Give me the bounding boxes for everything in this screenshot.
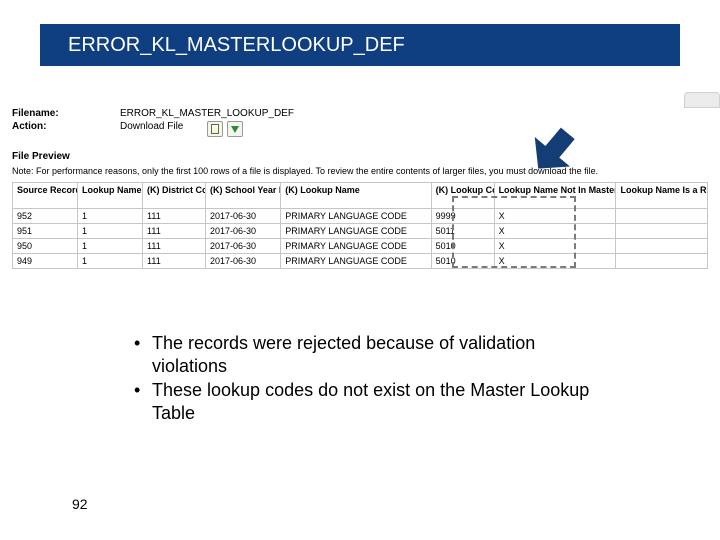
slide-title-bar: ERROR_KL_MASTERLOOKUP_DEF: [40, 24, 680, 66]
table-cell: 5011: [431, 224, 494, 239]
table-row: 95111112017-06-30PRIMARY LANGUAGE CODE50…: [13, 224, 708, 239]
bullet-dot-icon: •: [134, 332, 152, 377]
table-cell: 111: [143, 239, 206, 254]
table-cell: 949: [13, 254, 78, 269]
explanation-bullets: •The records were rejected because of va…: [134, 330, 600, 426]
table-cell: X: [494, 209, 616, 224]
download-icon[interactable]: [227, 121, 243, 137]
bullet-dot-icon: •: [134, 379, 152, 424]
table-cell: PRIMARY LANGUAGE CODE: [281, 239, 431, 254]
col-header: Lookup Name Not In Master Lookup Def Tab…: [494, 183, 616, 209]
filename-label: Filename:: [12, 108, 120, 119]
table-cell: [616, 254, 708, 269]
page-title: ERROR_KL_MASTERLOOKUP_DEF: [68, 34, 405, 57]
bullet-item: •These lookup codes do not exist on the …: [134, 379, 600, 424]
table-cell: 950: [13, 239, 78, 254]
bullet-item: •The records were rejected because of va…: [134, 332, 600, 377]
table-cell: PRIMARY LANGUAGE CODE: [281, 224, 431, 239]
table-cell: [616, 239, 708, 254]
preview-table: Source Record NumberLookup Name Error Co…: [12, 182, 708, 269]
table-cell: [616, 209, 708, 224]
table-cell: 111: [143, 224, 206, 239]
file-preview-heading: File Preview: [12, 151, 708, 162]
slide-number: 92: [72, 496, 88, 512]
file-preview-note: Note: For performance reasons, only the …: [12, 166, 708, 176]
open-file-icon[interactable]: [207, 121, 223, 137]
table-cell: 5010: [431, 239, 494, 254]
filename-row: Filename: ERROR_KL_MASTER_LOOKUP_DEF: [12, 108, 708, 119]
table-cell: 951: [13, 224, 78, 239]
bullet-text: The records were rejected because of val…: [152, 332, 600, 377]
col-header: (K) District Code: [143, 183, 206, 209]
table-cell: 9999: [431, 209, 494, 224]
table-cell: 2017-06-30: [206, 254, 281, 269]
col-header: (K) Lookup Name: [281, 183, 431, 209]
action-row: Action: Download File: [12, 121, 708, 137]
table-cell: 2017-06-30: [206, 209, 281, 224]
table-row: 94911112017-06-30PRIMARY LANGUAGE CODE50…: [13, 254, 708, 269]
file-preview-panel: Filename: ERROR_KL_MASTER_LOOKUP_DEF Act…: [0, 106, 720, 269]
table-cell: 1: [78, 254, 143, 269]
bullet-text: These lookup codes do not exist on the M…: [152, 379, 600, 424]
action-value: Download File: [120, 121, 183, 137]
table-cell: 2017-06-30: [206, 224, 281, 239]
action-label: Action:: [12, 121, 120, 137]
table-cell: 1: [78, 224, 143, 239]
table-row: 95211112017-06-30PRIMARY LANGUAGE CODE99…: [13, 209, 708, 224]
table-cell: X: [494, 239, 616, 254]
table-cell: 2017-06-30: [206, 239, 281, 254]
filename-value: ERROR_KL_MASTER_LOOKUP_DEF: [120, 108, 294, 119]
table-row: 95011112017-06-30PRIMARY LANGUAGE CODE50…: [13, 239, 708, 254]
col-header: (K) Lookup Code: [431, 183, 494, 209]
table-cell: 1: [78, 239, 143, 254]
col-header: Lookup Name Error Count: [78, 183, 143, 209]
table-cell: 111: [143, 254, 206, 269]
table-cell: X: [494, 224, 616, 239]
table-cell: PRIMARY LANGUAGE CODE: [281, 209, 431, 224]
table-cell: [616, 224, 708, 239]
table-cell: 5010: [431, 254, 494, 269]
col-header: Lookup Name Is a Reserved: [616, 183, 708, 209]
col-header: Source Record Number: [13, 183, 78, 209]
table-cell: PRIMARY LANGUAGE CODE: [281, 254, 431, 269]
table-cell: X: [494, 254, 616, 269]
table-cell: 1: [78, 209, 143, 224]
col-header: (K) School Year Date: [206, 183, 281, 209]
table-cell: 952: [13, 209, 78, 224]
table-cell: 111: [143, 209, 206, 224]
